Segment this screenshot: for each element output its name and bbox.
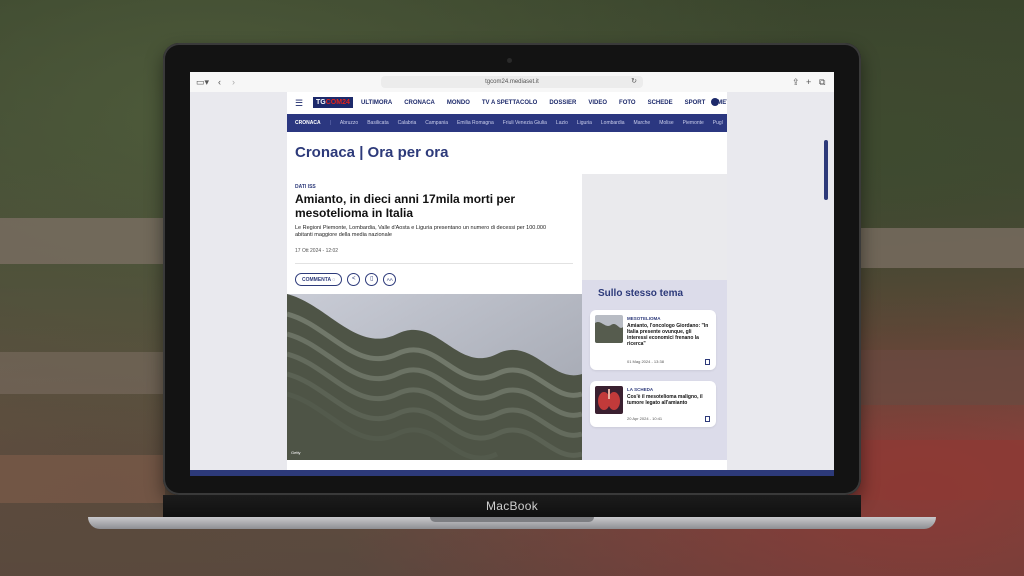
background-plank — [858, 350, 1024, 405]
comment-icon: ◌ — [332, 277, 336, 283]
scrollbar[interactable] — [824, 140, 828, 200]
page-margin — [727, 92, 834, 476]
nav-item[interactable]: VIDEO — [588, 92, 607, 114]
background-plank — [858, 228, 1024, 268]
nav-item[interactable]: SCHEDE — [648, 92, 673, 114]
subnav-item[interactable]: Basilicata — [367, 114, 388, 132]
card-date: 20 Apr 2024 - 10:41 — [627, 416, 663, 421]
nav-item[interactable]: ULTIMORA — [361, 92, 392, 114]
bookmark-button[interactable]: ▯ — [365, 273, 379, 286]
article-headline: Amianto, in dieci anni 17mila morti per … — [295, 192, 516, 220]
font-size-label: AA — [386, 277, 393, 282]
new-tab-icon[interactable]: + — [806, 76, 811, 88]
nav-item[interactable]: MONDO — [447, 92, 470, 114]
card-title: Amianto, l'oncologo Giordano: "In Italia… — [627, 323, 709, 347]
logo-part: COM24 — [325, 99, 350, 106]
forward-button[interactable]: › — [232, 76, 235, 88]
reload-icon[interactable]: ↻ — [631, 76, 637, 88]
nav-item[interactable]: FOTO — [619, 92, 636, 114]
related-card[interactable]: MESOTELIOMA Amianto, l'oncologo Giordano… — [590, 310, 716, 370]
subnav-item[interactable]: Molise — [659, 114, 673, 132]
share-button[interactable]: < — [347, 273, 361, 286]
bottom-bar — [190, 470, 834, 476]
article-hero-image: Getty — [287, 294, 582, 460]
address-bar[interactable]: tgcom24.mediaset.it ↻ — [381, 76, 643, 88]
bookmark-icon: ▯ — [370, 276, 374, 282]
background-plank — [0, 352, 165, 394]
laptop-chin: MacBook — [163, 495, 861, 517]
subnav-item[interactable]: Liguria — [577, 114, 592, 132]
bookmark-icon[interactable] — [705, 416, 710, 422]
nav-item[interactable]: DOSSIER — [549, 92, 576, 114]
web-page: ☰ TGCOM24 ULTIMORA CRONACA MONDO TV A SP… — [287, 92, 727, 476]
laptop-screen: ▭▾ ‹ › tgcom24.mediaset.it ↻ ⇪ + ⧉ ☰ TGC… — [190, 72, 834, 476]
article-actions: COMMENTA ◌ < ▯ AA — [295, 273, 397, 286]
image-credit: Getty — [291, 450, 301, 455]
subnav-item[interactable]: Lombardia — [601, 114, 625, 132]
subnav-item[interactable]: Friuli Venezia Giulia — [503, 114, 547, 132]
background-plank — [0, 218, 165, 264]
comment-label: COMMENTA — [302, 277, 331, 283]
subnav-separator: | — [329, 120, 331, 126]
ad-placeholder — [582, 174, 727, 280]
subnav-item[interactable]: Pugl — [713, 114, 723, 132]
url-text: tgcom24.mediaset.it — [485, 79, 539, 85]
related-title: Sullo stesso tema — [598, 288, 684, 299]
background-plank — [858, 440, 1024, 500]
back-button[interactable]: ‹ — [218, 76, 221, 88]
brand-label: MacBook — [485, 499, 539, 513]
nav-item[interactable]: TV A SPETTACOLO — [482, 92, 537, 114]
card-thumbnail — [595, 386, 623, 414]
subnav-item[interactable]: Marche — [634, 114, 651, 132]
bookmark-icon[interactable] — [705, 359, 710, 365]
related-card[interactable]: LA SCHEDA Cos'è il mesotelioma maligno, … — [590, 381, 716, 427]
comment-button[interactable]: COMMENTA ◌ — [295, 273, 343, 286]
share-icon: < — [352, 276, 356, 282]
share-icon[interactable]: ⇪ — [792, 76, 800, 88]
subnav-item[interactable]: Abruzzo — [340, 114, 358, 132]
divider — [295, 263, 573, 264]
main-nav: ULTIMORA CRONACA MONDO TV A SPETTACOLO D… — [361, 92, 727, 114]
browser-toolbar: ▭▾ ‹ › tgcom24.mediaset.it ↻ ⇪ + ⧉ — [190, 72, 834, 93]
webcam — [507, 58, 512, 63]
user-icon[interactable] — [711, 98, 719, 106]
card-thumbnail — [595, 315, 623, 343]
sidebar-toggle-icon[interactable]: ▭▾ — [196, 76, 209, 88]
subnav-item[interactable]: Lazio — [556, 114, 568, 132]
logo-part: TG — [316, 99, 326, 106]
site-header: ☰ TGCOM24 ULTIMORA CRONACA MONDO TV A SP… — [287, 92, 727, 115]
font-size-button[interactable]: AA — [383, 273, 397, 286]
section-title: Cronaca | Ora per ora — [295, 144, 449, 161]
asbestos-roof-image — [287, 294, 582, 460]
background-plank — [0, 455, 165, 503]
subnav-item[interactable]: Campania — [425, 114, 448, 132]
site-logo[interactable]: TGCOM24 — [313, 97, 353, 108]
article-kicker: DATI ISS — [295, 184, 316, 190]
subnav-current[interactable]: CRONACA — [295, 114, 321, 132]
menu-icon[interactable]: ☰ — [295, 98, 303, 109]
card-kicker: MESOTELIOMA — [627, 316, 661, 321]
card-date: 01 Mag 2024 - 13:38 — [627, 359, 664, 364]
nav-item[interactable]: SPORT — [685, 92, 706, 114]
nav-item[interactable]: CRONACA — [404, 92, 435, 114]
subnav-item[interactable]: Emilia Romagna — [457, 114, 494, 132]
article-subtitle: Le Regioni Piemonte, Lombardia, Valle d'… — [295, 225, 547, 238]
card-kicker: LA SCHEDA — [627, 387, 654, 392]
subnav-item[interactable]: Piemonte — [683, 114, 704, 132]
article-date: 17 Ott 2024 - 12:02 — [295, 248, 339, 254]
related-box: Sullo stesso tema MESOTELIOMA Amianto, l… — [582, 280, 727, 460]
tabs-overview-icon[interactable]: ⧉ — [819, 76, 825, 88]
subnav-item[interactable]: Calabria — [398, 114, 417, 132]
laptop-notch — [430, 517, 594, 522]
card-title: Cos'è il mesotelioma maligno, il tumore … — [627, 394, 703, 406]
region-subnav: CRONACA | Abruzzo Basilicata Calabria Ca… — [287, 114, 727, 132]
page-margin — [190, 92, 287, 476]
